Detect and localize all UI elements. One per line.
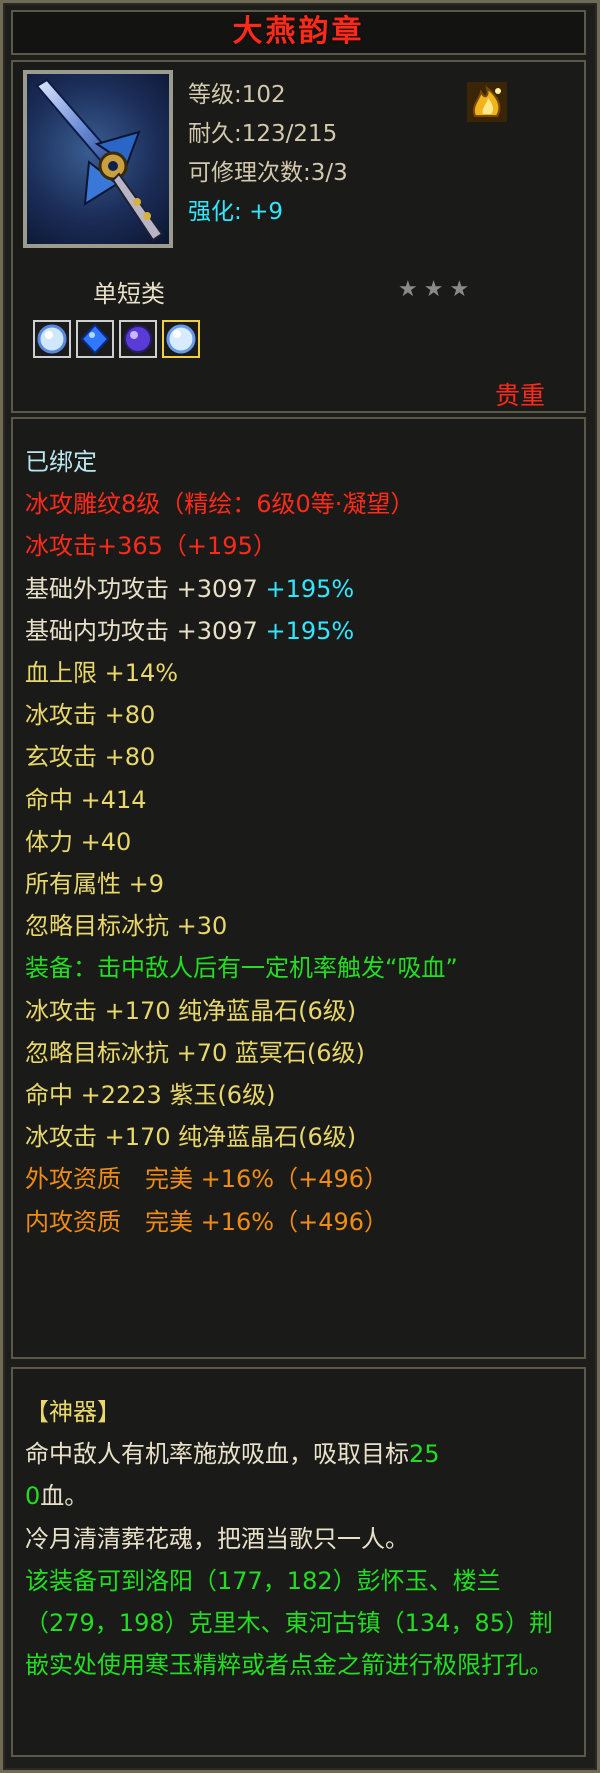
- blue-crystal-gem-icon[interactable]: [162, 320, 200, 358]
- repair-count-text: 可修理次数:3/3: [188, 160, 348, 186]
- purple-gem-icon[interactable]: [119, 320, 157, 358]
- item-stats-summary: 等级:102 耐久:123/215 可修理次数:3/3 强化: +9: [188, 76, 348, 232]
- level-text: 等级:102: [188, 82, 286, 108]
- durability-text: 耐久:123/215: [188, 121, 338, 147]
- blue-crystal-gem-icon[interactable]: [76, 320, 114, 358]
- weapon-icon: [23, 70, 173, 248]
- enhance-label: 强化:: [188, 199, 242, 225]
- equip-effect-line: 装备：击中敌人后有一定机率触发“吸血”: [25, 954, 458, 983]
- enhance-value: +9: [249, 199, 283, 225]
- tooltip-window: 大燕韵章 等级:102 耐久:123/215 可修理次数:3/3 强化: +9 …: [0, 0, 600, 1773]
- ice-attack-main-line: 冰攻击+365（+195）: [25, 532, 277, 561]
- rarity-label: 贵重: [495, 381, 546, 410]
- artifact-effect-text: 命中敌人有机率施放吸血，吸取目标25 0血。: [25, 1433, 572, 1517]
- effect-value-a: 25: [409, 1440, 440, 1469]
- effect-value-b: 0: [25, 1482, 41, 1511]
- enhance-text: 强化: +9: [188, 193, 348, 232]
- weapon-category: 单短类: [93, 280, 165, 308]
- hit-line: 命中 +414: [25, 785, 147, 814]
- base-outer-attack-value: 基础外功攻击 +3097: [25, 574, 258, 603]
- base-inner-attack-line: 基础内功攻击 +3097 +195%: [25, 610, 576, 652]
- base-outer-attack-pct: +195%: [265, 574, 355, 603]
- gem-bonus-line: 冰攻击 +170 纯净蓝晶石(6级): [25, 1123, 357, 1152]
- gem-bonus-line: 冰攻击 +170 纯净蓝晶石(6级): [25, 996, 357, 1025]
- all-attributes-line: 所有属性 +9: [25, 870, 165, 899]
- bound-status: 已绑定: [25, 448, 97, 476]
- poem-line: 冷月清清葬花魂，把酒当歌只一人。: [25, 1524, 409, 1553]
- title-bar: 大燕韵章: [11, 10, 586, 55]
- stamina-line: 体力 +40: [25, 827, 132, 856]
- artifact-header: 【神器】: [25, 1398, 121, 1426]
- base-inner-attack-value: 基础内功攻击 +3097: [25, 616, 258, 645]
- flame-badge-icon: [467, 82, 507, 122]
- gem-slots: [33, 320, 205, 358]
- item-title: 大燕韵章: [232, 14, 365, 49]
- lore-panel: 【神器】 命中敌人有机率施放吸血，吸取目标25 0血。 冷月清清葬花魂，把酒当歌只…: [11, 1367, 586, 1757]
- gem-bonus-line: 命中 +2223 紫玉(6级): [25, 1081, 276, 1110]
- blue-crystal-gem-icon[interactable]: [33, 320, 71, 358]
- ignore-ice-resist-line: 忽略目标冰抗 +30: [25, 912, 228, 941]
- base-inner-attack-pct: +195%: [265, 616, 355, 645]
- effect-text: 命中敌人有机率施放吸血，吸取目标: [25, 1440, 409, 1469]
- base-outer-attack-line: 基础外功攻击 +3097 +195%: [25, 568, 576, 610]
- mystic-attack-line: 玄攻击 +80: [25, 743, 156, 772]
- engrave-line: 冰攻雕纹8级（精绘：6级0等·凝望）: [25, 490, 415, 519]
- outer-attack-quality-line: 外攻资质 完美 +16%（+496）: [25, 1165, 388, 1194]
- effect-tail: 血。: [40, 1482, 89, 1511]
- star-rating: ★★★: [398, 277, 476, 302]
- ice-attack-line: 冰攻击 +80: [25, 701, 156, 730]
- gem-bonus-line: 忽略目标冰抗 +70 蓝冥石(6级): [25, 1038, 365, 1067]
- socket-info-text: 该装备可到洛阳（177，182）彭怀玉、楼兰（279，198）克里木、東河古镇（…: [25, 1566, 553, 1680]
- item-header-panel: 等级:102 耐久:123/215 可修理次数:3/3 强化: +9 单短类 ★…: [11, 60, 586, 413]
- hp-max-line: 血上限 +14%: [25, 659, 179, 688]
- inner-attack-quality-line: 内攻资质 完美 +16%（+496）: [25, 1207, 388, 1236]
- attributes-panel: 已绑定 冰攻雕纹8级（精绘：6级0等·凝望） 冰攻击+365（+195） 基础外…: [11, 417, 586, 1359]
